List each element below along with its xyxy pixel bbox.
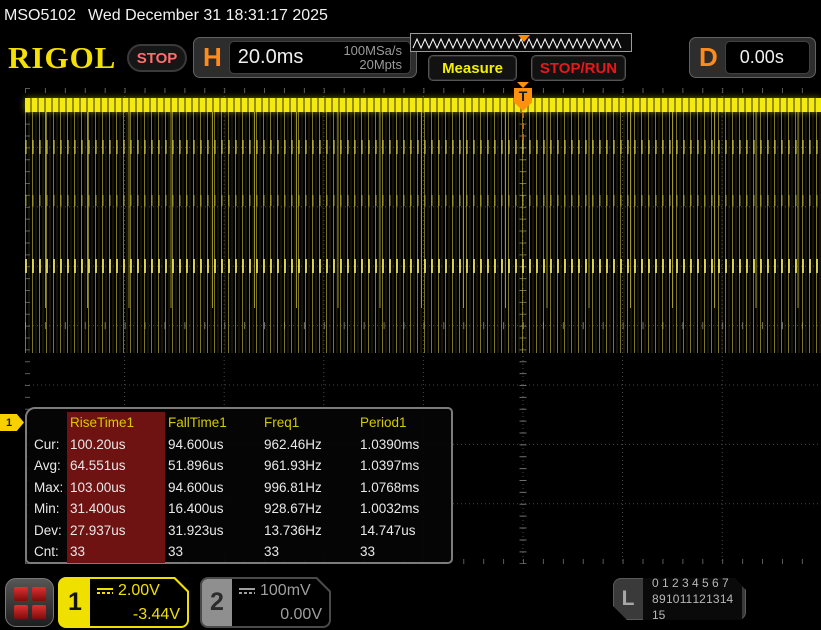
meas-value: 1.0032ms: [360, 501, 420, 517]
meas-value: 64.551us: [67, 455, 165, 477]
ch1-waveform-intensity-band: [25, 140, 821, 154]
status-bar: MSO5102 Wed December 31 18:31:17 2025: [0, 0, 821, 32]
meas-value: 1.0397ms: [360, 458, 420, 474]
waveform-overview-strip[interactable]: [410, 33, 632, 52]
horizontal-timebase-panel[interactable]: H 20.0ms 100MSa/s 20Mpts: [193, 37, 417, 78]
red-square-icon: [31, 604, 46, 619]
acquisition-status-badge: STOP: [127, 44, 187, 72]
meas-value: 961.93Hz: [264, 458, 322, 474]
meas-col-header[interactable]: RiseTime1: [67, 412, 165, 434]
channel-2-number: 2: [202, 579, 232, 626]
meas-value: 928.67Hz: [264, 501, 322, 517]
channel-1-badge[interactable]: 1 2.00V -3.44V: [58, 577, 189, 628]
meas-value: 33: [168, 544, 184, 560]
measurement-table[interactable]: RiseTime1 FallTime1 Freq1 Period1 Cur: 1…: [25, 407, 453, 564]
stop-run-button[interactable]: STOP/RUN: [531, 55, 626, 81]
channel-2-scale: 100mV: [260, 582, 311, 599]
red-square-icon: [13, 586, 28, 601]
dc-coupling-icon: [239, 588, 255, 594]
channel-2-offset: 0.00V: [280, 606, 322, 623]
meas-col-header[interactable]: FallTime1: [165, 412, 261, 434]
ch1-waveform-endpoints-band: [25, 259, 821, 273]
meas-value: 1.0390ms: [360, 436, 420, 452]
meas-value: 51.896us: [168, 458, 224, 474]
meas-value: 31.400us: [67, 498, 165, 520]
meas-row-label: Dev:: [34, 522, 62, 538]
meas-value: 100.20us: [67, 433, 165, 455]
meas-col-header[interactable]: Freq1: [261, 412, 357, 434]
meas-value: 33: [360, 544, 376, 560]
quick-menu-button[interactable]: [5, 578, 54, 627]
ch1-waveform-intensity-band: [25, 195, 821, 206]
meas-row-label: Cur:: [34, 436, 60, 452]
trigger-delay-panel[interactable]: D 0.00s: [689, 37, 816, 78]
meas-value: 94.600us: [168, 436, 224, 452]
channel-1-offset: -3.44V: [132, 606, 180, 623]
meas-value: 996.81Hz: [264, 479, 322, 495]
meas-value: 103.00us: [67, 476, 165, 498]
timebase-value: 20.0ms: [237, 46, 304, 68]
logic-channel-numbers: 0 1 2 3 4 5 6 7 8 9 10 11 12 13 14 15: [643, 573, 742, 625]
meas-col-header[interactable]: Period1: [357, 412, 453, 434]
datetime: Wed December 31 18:31:17 2025: [88, 7, 328, 24]
meas-value: 16.400us: [168, 501, 224, 517]
ch1-offset-marker[interactable]: 1: [0, 414, 24, 431]
delay-value: 0.00s: [739, 47, 784, 67]
red-square-icon: [31, 586, 46, 601]
meas-row-label: Cnt:: [34, 544, 59, 560]
meas-value: 27.937us: [67, 519, 165, 541]
logic-channels-8-15: 8 9 10 11 12 13 14 15: [652, 592, 734, 622]
rigol-logo: RIGOL: [8, 40, 117, 75]
sample-rate: 100MSa/s: [343, 42, 402, 58]
channel-1-scale: 2.00V: [118, 582, 160, 599]
horizontal-label: H: [203, 42, 222, 72]
oscilloscope-screen: MSO5102 Wed December 31 18:31:17 2025 RI…: [0, 0, 821, 630]
sample-rate-and-depth: 100MSa/s 20Mpts: [343, 42, 402, 72]
meas-value: 33: [67, 541, 165, 563]
meas-value: 31.923us: [168, 522, 224, 538]
meas-value: 14.747us: [360, 522, 416, 538]
ch1-waveform-top-band: [25, 98, 821, 112]
logic-analyzer-label: L: [621, 587, 635, 610]
meas-row-label: Min:: [34, 501, 60, 517]
measure-button[interactable]: Measure: [428, 55, 517, 81]
meas-corner-cell: [31, 412, 67, 434]
logic-channels-0-7: 0 1 2 3 4 5 6 7: [652, 576, 729, 590]
trigger-position-dashed-line: [522, 112, 524, 140]
memory-depth: 20Mpts: [359, 56, 402, 72]
dc-coupling-icon: [97, 588, 113, 594]
logic-analyzer-badge[interactable]: L 0 1 2 3 4 5 6 7 8 9 10 11 12 13 14 15: [613, 578, 746, 620]
delay-label: D: [699, 42, 718, 72]
meas-value: 33: [264, 544, 280, 560]
channel-2-badge[interactable]: 2 100mV 0.00V: [200, 577, 331, 628]
meas-value: 94.600us: [168, 479, 224, 495]
meas-row-label: Avg:: [34, 458, 61, 474]
channel-1-number: 1: [60, 579, 90, 626]
meas-value: 1.0768ms: [360, 479, 420, 495]
meas-row-label: Max:: [34, 479, 64, 495]
meas-value: 962.46Hz: [264, 436, 322, 452]
red-square-icon: [13, 604, 28, 619]
meas-value: 13.736Hz: [264, 522, 322, 538]
model-name: MSO5102: [4, 7, 77, 24]
